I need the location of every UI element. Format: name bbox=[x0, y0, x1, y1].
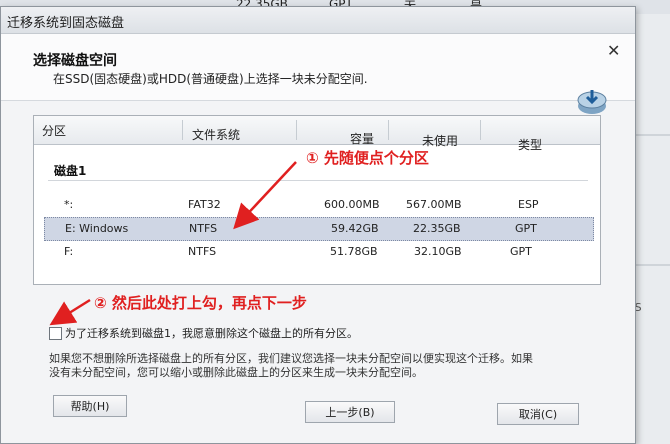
arrow-to-checkbox bbox=[49, 298, 91, 326]
annotation-arrows bbox=[49, 161, 297, 326]
arrow-to-partition bbox=[233, 161, 297, 230]
